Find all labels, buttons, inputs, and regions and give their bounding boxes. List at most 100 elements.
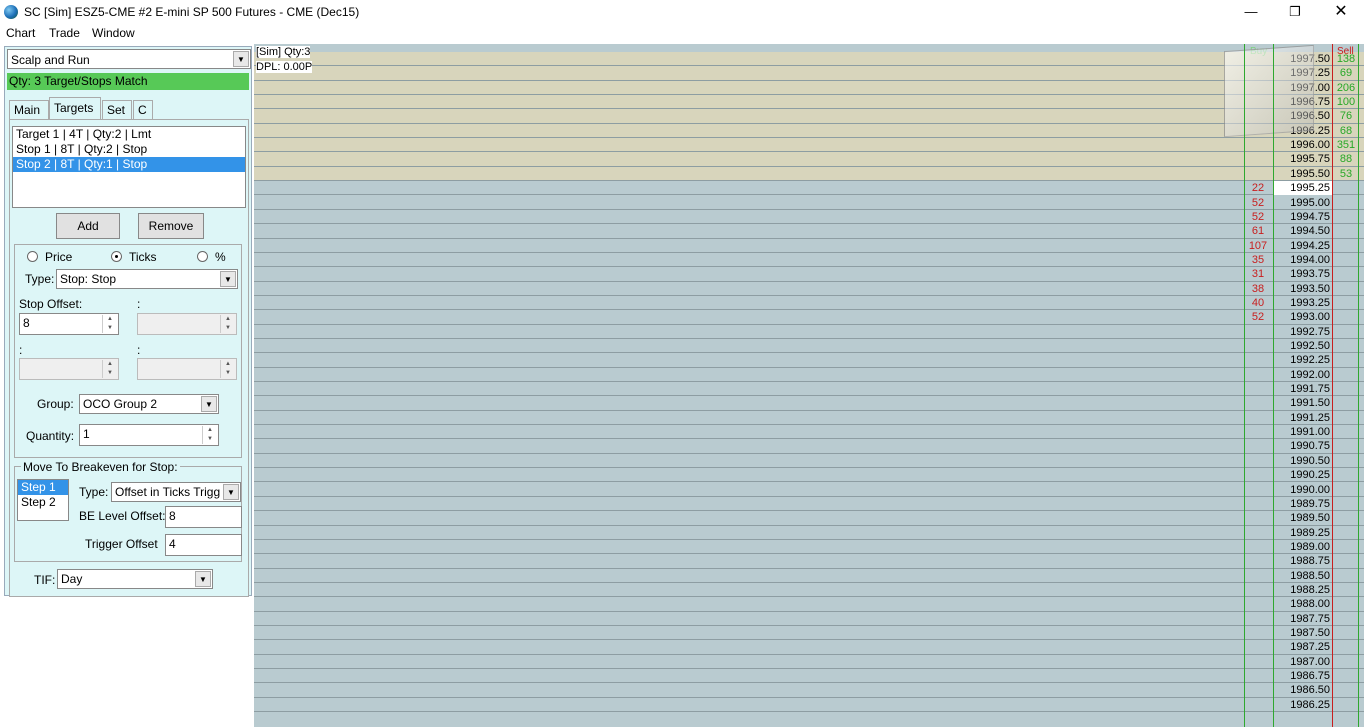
table-row[interactable]: 1987.25: [254, 640, 1364, 655]
list-item[interactable]: Step 1: [18, 480, 68, 495]
price-cell[interactable]: 1993.50: [1274, 282, 1332, 296]
price-cell[interactable]: 1989.50: [1274, 511, 1332, 525]
price-cell[interactable]: 1990.50: [1274, 454, 1332, 468]
table-row[interactable]: 1992.50: [254, 339, 1364, 354]
table-row[interactable]: 1993.00 52: [254, 310, 1364, 325]
table-row[interactable]: 1994.25 107: [254, 239, 1364, 253]
table-row[interactable]: 1995.00 52: [254, 196, 1364, 210]
price-cell[interactable]: 1987.75: [1274, 612, 1332, 626]
table-row[interactable]: 1990.00: [254, 483, 1364, 497]
table-row[interactable]: 1995.75 88: [254, 152, 1364, 167]
menu-trade[interactable]: Trade: [49, 26, 80, 40]
table-row[interactable]: 1993.75 31: [254, 267, 1364, 282]
price-ladder[interactable]: 1986.25 1986.50 1986.75 1987.00 1987.25 1987.…: [254, 44, 1364, 727]
table-row[interactable]: 1996.5076: [254, 109, 1364, 124]
table-row[interactable]: 1994.00 35: [254, 253, 1364, 268]
price-cell[interactable]: 1990.00: [1274, 483, 1332, 497]
price-cell[interactable]: 1988.50: [1274, 569, 1332, 583]
table-row[interactable]: 1988.75: [254, 554, 1364, 569]
price-cell[interactable]: 1991.00: [1274, 425, 1332, 439]
table-row[interactable]: 1986.75: [254, 669, 1364, 684]
table-row[interactable]: 1987.75: [254, 612, 1364, 626]
table-row[interactable]: 1987.00: [254, 655, 1364, 670]
price-cell[interactable]: 1996.00: [1274, 138, 1332, 152]
price-cell[interactable]: 1988.25: [1274, 583, 1332, 597]
add-button[interactable]: Add: [56, 213, 120, 239]
table-row[interactable]: 1988.25: [254, 583, 1364, 598]
list-item[interactable]: Step 2: [18, 495, 68, 510]
price-cell[interactable]: 1991.25: [1274, 411, 1332, 425]
sell-size-cell[interactable]: 351: [1334, 138, 1358, 152]
price-radio[interactable]: [27, 251, 38, 262]
price-cell[interactable]: 1993.25: [1274, 296, 1332, 310]
table-row[interactable]: 1996.00 351: [254, 138, 1364, 153]
tab-c[interactable]: C: [133, 100, 153, 119]
price-cell[interactable]: 1992.75: [1274, 325, 1332, 339]
price-cell[interactable]: 1993.75: [1274, 267, 1332, 281]
table-row[interactable]: 1996.2568: [254, 123, 1364, 139]
chevron-down-icon[interactable]: ▼: [220, 271, 236, 287]
trigger-offset-input[interactable]: 4: [165, 534, 242, 556]
price-cell[interactable]: 1989.75: [1274, 497, 1332, 511]
buy-size-cell[interactable]: 107: [1244, 239, 1272, 253]
table-row[interactable]: 1989.75: [254, 497, 1364, 512]
menu-chart[interactable]: Chart: [6, 26, 35, 40]
price-cell[interactable]: 1990.25: [1274, 468, 1332, 482]
price-cell[interactable]: 1990.75: [1274, 439, 1332, 453]
preset-dropdown[interactable]: Scalp and Run ▼: [7, 49, 251, 69]
be-level-input[interactable]: 8: [165, 506, 242, 528]
list-item[interactable]: Target 1 | 4T | Qty:2 | Lmt: [13, 127, 245, 142]
buy-size-cell[interactable]: 31: [1244, 267, 1272, 281]
table-row[interactable]: 1994.75 52: [254, 210, 1364, 225]
list-item[interactable]: Stop 2 | 8T | Qty:1 | Stop: [13, 157, 245, 172]
table-row[interactable]: 1988.50: [254, 569, 1364, 583]
price-cell[interactable]: 1994.50: [1274, 224, 1332, 238]
stop-offset-spinner[interactable]: ▲ ▼: [102, 315, 117, 333]
table-row[interactable]: 1986.50: [254, 683, 1364, 698]
buy-size-cell[interactable]: 35: [1244, 253, 1272, 267]
price-cell[interactable]: 1988.00: [1274, 597, 1332, 611]
orders-list[interactable]: Target 1 | 4T | Qty:2 | Lmt Stop 1 | 8T …: [12, 126, 246, 208]
buy-size-cell[interactable]: 40: [1244, 296, 1272, 310]
close-button[interactable]: ✕: [1318, 0, 1364, 24]
sell-size-cell[interactable]: 68: [1334, 124, 1358, 138]
price-cell[interactable]: 1989.25: [1274, 526, 1332, 540]
sell-size-cell[interactable]: 100: [1334, 95, 1358, 109]
price-cell[interactable]: 1992.25: [1274, 353, 1332, 367]
table-row[interactable]: 1995.25 22: [254, 181, 1364, 196]
price-cell[interactable]: 1994.00: [1274, 253, 1332, 267]
chevron-down-icon[interactable]: ▼: [233, 51, 249, 67]
price-cell[interactable]: 1995.25: [1274, 181, 1332, 196]
sell-size-cell[interactable]: 53: [1334, 167, 1358, 181]
tab-main[interactable]: Main: [9, 100, 49, 119]
table-row[interactable]: 1992.00: [254, 368, 1364, 383]
table-row[interactable]: 1990.25: [254, 468, 1364, 483]
chevron-down-icon[interactable]: ▼: [223, 484, 239, 500]
table-row[interactable]: 1995.50 53: [254, 166, 1364, 182]
price-cell[interactable]: 1987.00: [1274, 655, 1332, 669]
sell-size-cell[interactable]: 206: [1334, 81, 1358, 95]
price-cell[interactable]: 1995.00: [1274, 196, 1332, 210]
table-row[interactable]: 1997.00206: [254, 80, 1364, 96]
be-type-dropdown[interactable]: Offset in Ticks Trigg ▼: [111, 482, 241, 502]
tab-set[interactable]: Set: [102, 100, 132, 119]
table-row[interactable]: 1990.50: [254, 454, 1364, 469]
price-cell[interactable]: 1991.75: [1274, 382, 1332, 396]
table-row[interactable]: 1991.25: [254, 411, 1364, 426]
price-cell[interactable]: 1991.50: [1274, 396, 1332, 410]
price-cell[interactable]: 1992.50: [1274, 339, 1332, 353]
buy-size-cell[interactable]: 52: [1244, 196, 1272, 210]
sell-size-cell[interactable]: 88: [1334, 152, 1358, 166]
chevron-down-icon[interactable]: ▼: [201, 396, 217, 412]
table-row[interactable]: 1990.75: [254, 439, 1364, 454]
table-row[interactable]: 1997.2569: [254, 66, 1364, 81]
group-dropdown[interactable]: OCO Group 2 ▼: [79, 394, 219, 414]
buy-size-cell[interactable]: 22: [1244, 181, 1272, 195]
sell-size-cell[interactable]: 76: [1334, 109, 1358, 123]
menu-window[interactable]: Window: [92, 26, 135, 40]
quantity-spinner[interactable]: ▲ ▼: [202, 426, 217, 444]
table-row[interactable]: 1993.25 40: [254, 296, 1364, 311]
tif-dropdown[interactable]: Day ▼: [57, 569, 213, 589]
restore-button[interactable]: ❐: [1272, 0, 1318, 24]
table-row[interactable]: 1989.50: [254, 511, 1364, 526]
